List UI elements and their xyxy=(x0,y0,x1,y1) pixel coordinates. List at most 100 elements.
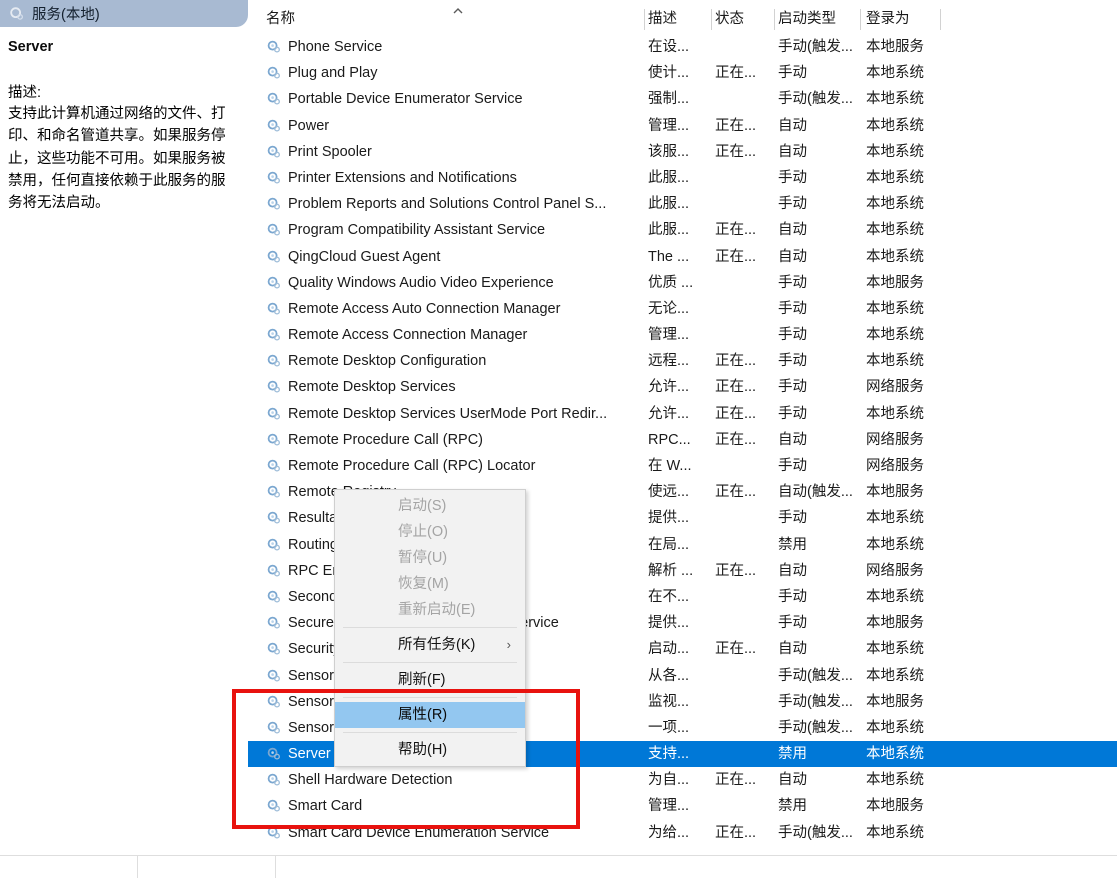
table-row[interactable]: Remote Procedure Call (RPC) Locator在 W..… xyxy=(248,453,1117,479)
column-divider[interactable] xyxy=(711,9,712,30)
cell-service-name[interactable]: Program Compatibility Assistant Service xyxy=(288,217,658,243)
cell-startup-type[interactable]: 自动 xyxy=(778,244,866,270)
table-row[interactable]: Print Spooler该服...正在...自动本地系统 xyxy=(248,139,1117,165)
cell-state[interactable]: 正在... xyxy=(715,820,775,846)
cell-description[interactable]: The ... xyxy=(648,244,708,270)
cell-log-on-as[interactable]: 本地系统 xyxy=(866,217,956,243)
cell-service-name[interactable]: Phone Service xyxy=(288,34,658,60)
column-header-name[interactable]: 名称 xyxy=(266,4,295,34)
cell-state[interactable] xyxy=(715,793,775,819)
cell-startup-type[interactable]: 自动 xyxy=(778,558,866,584)
cell-service-name[interactable]: Plug and Play xyxy=(288,60,658,86)
cell-log-on-as[interactable]: 本地系统 xyxy=(866,741,956,767)
cell-description[interactable]: 为自... xyxy=(648,767,708,793)
context-menu-item[interactable]: 所有任务(K)› xyxy=(335,632,525,658)
context-menu-item[interactable]: 属性(R) xyxy=(335,702,525,728)
cell-service-name[interactable]: Printer Extensions and Notifications xyxy=(288,165,658,191)
cell-state[interactable]: 正在... xyxy=(715,636,775,662)
cell-startup-type[interactable]: 自动 xyxy=(778,636,866,662)
cell-state[interactable] xyxy=(715,296,775,322)
cell-service-name[interactable]: Portable Device Enumerator Service xyxy=(288,86,658,112)
cell-log-on-as[interactable]: 本地系统 xyxy=(866,401,956,427)
column-divider[interactable] xyxy=(644,9,645,30)
cell-startup-type[interactable]: 手动 xyxy=(778,296,866,322)
cell-startup-type[interactable]: 手动(触发... xyxy=(778,689,866,715)
table-row[interactable]: Printer Extensions and Notifications此服..… xyxy=(248,165,1117,191)
cell-startup-type[interactable]: 自动(触发... xyxy=(778,479,866,505)
cell-description[interactable]: 允许... xyxy=(648,401,708,427)
cell-log-on-as[interactable]: 本地系统 xyxy=(866,532,956,558)
table-row[interactable]: Remote Desktop Services UserMode Port Re… xyxy=(248,401,1117,427)
cell-state[interactable] xyxy=(715,584,775,610)
cell-startup-type[interactable]: 手动 xyxy=(778,453,866,479)
cell-startup-type[interactable]: 手动 xyxy=(778,60,866,86)
cell-log-on-as[interactable]: 本地服务 xyxy=(866,270,956,296)
cell-state[interactable]: 正在... xyxy=(715,374,775,400)
table-row[interactable]: Quality Windows Audio Video Experience优质… xyxy=(248,270,1117,296)
cell-description[interactable]: 优质 ... xyxy=(648,270,708,296)
cell-state[interactable] xyxy=(715,322,775,348)
cell-startup-type[interactable]: 手动 xyxy=(778,165,866,191)
cell-service-name[interactable]: Remote Access Auto Connection Manager xyxy=(288,296,658,322)
cell-log-on-as[interactable]: 本地系统 xyxy=(866,244,956,270)
cell-description[interactable]: 一项... xyxy=(648,715,708,741)
cell-startup-type[interactable]: 手动 xyxy=(778,270,866,296)
cell-log-on-as[interactable]: 本地系统 xyxy=(866,86,956,112)
cell-service-name[interactable]: Remote Desktop Services xyxy=(288,374,658,400)
table-row[interactable]: Phone Service在设...手动(触发...本地服务 xyxy=(248,34,1117,60)
table-row[interactable]: Remote Access Connection Manager管理...手动本… xyxy=(248,322,1117,348)
cell-description[interactable]: 支持... xyxy=(648,741,708,767)
cell-log-on-as[interactable]: 本地系统 xyxy=(866,715,956,741)
cell-service-name[interactable]: Smart Card Device Enumeration Service xyxy=(288,820,658,846)
cell-state[interactable] xyxy=(715,663,775,689)
cell-service-name[interactable]: Shell Hardware Detection xyxy=(288,767,658,793)
cell-state[interactable] xyxy=(715,532,775,558)
cell-service-name[interactable]: Problem Reports and Solutions Control Pa… xyxy=(288,191,658,217)
cell-service-name[interactable]: Smart Card xyxy=(288,793,658,819)
cell-description[interactable]: 管理... xyxy=(648,113,708,139)
cell-description[interactable]: 远程... xyxy=(648,348,708,374)
cell-description[interactable]: 解析 ... xyxy=(648,558,708,584)
cell-startup-type[interactable]: 手动(触发... xyxy=(778,820,866,846)
cell-service-name[interactable]: Remote Procedure Call (RPC) Locator xyxy=(288,453,658,479)
cell-state[interactable] xyxy=(715,165,775,191)
cell-startup-type[interactable]: 手动 xyxy=(778,401,866,427)
cell-startup-type[interactable]: 自动 xyxy=(778,217,866,243)
cell-startup-type[interactable]: 手动 xyxy=(778,374,866,400)
cell-service-name[interactable]: Quality Windows Audio Video Experience xyxy=(288,270,658,296)
cell-state[interactable] xyxy=(715,505,775,531)
table-row[interactable]: Power管理...正在...自动本地系统 xyxy=(248,113,1117,139)
cell-state[interactable]: 正在... xyxy=(715,767,775,793)
cell-state[interactable]: 正在... xyxy=(715,139,775,165)
cell-startup-type[interactable]: 自动 xyxy=(778,113,866,139)
cell-description[interactable]: 强制... xyxy=(648,86,708,112)
cell-state[interactable] xyxy=(715,715,775,741)
cell-log-on-as[interactable]: 本地服务 xyxy=(866,479,956,505)
table-row[interactable]: Portable Device Enumerator Service强制...手… xyxy=(248,86,1117,112)
cell-startup-type[interactable]: 手动 xyxy=(778,348,866,374)
cell-state[interactable]: 正在... xyxy=(715,348,775,374)
cell-startup-type[interactable]: 自动 xyxy=(778,767,866,793)
cell-description[interactable]: 此服... xyxy=(648,191,708,217)
service-context-menu[interactable]: 启动(S)停止(O)暂停(U)恢复(M)重新启动(E)所有任务(K)›刷新(F)… xyxy=(334,489,526,767)
cell-log-on-as[interactable]: 本地服务 xyxy=(866,689,956,715)
cell-log-on-as[interactable]: 本地系统 xyxy=(866,139,956,165)
cell-startup-type[interactable]: 自动 xyxy=(778,139,866,165)
column-header-startup-type[interactable]: 启动类型 xyxy=(778,4,836,34)
cell-description[interactable]: 为给... xyxy=(648,820,708,846)
cell-description[interactable]: 监视... xyxy=(648,689,708,715)
cell-description[interactable]: 提供... xyxy=(648,505,708,531)
cell-startup-type[interactable]: 手动(触发... xyxy=(778,715,866,741)
cell-service-name[interactable]: Power xyxy=(288,113,658,139)
cell-state[interactable] xyxy=(715,610,775,636)
cell-description[interactable]: 管理... xyxy=(648,322,708,348)
cell-startup-type[interactable]: 手动 xyxy=(778,322,866,348)
cell-description[interactable]: 此服... xyxy=(648,217,708,243)
column-header-description[interactable]: 描述 xyxy=(648,4,677,34)
cell-state[interactable]: 正在... xyxy=(715,558,775,584)
table-row[interactable]: Shell Hardware Detection为自...正在...自动本地系统 xyxy=(248,767,1117,793)
cell-startup-type[interactable]: 手动 xyxy=(778,191,866,217)
cell-log-on-as[interactable]: 本地系统 xyxy=(866,60,956,86)
column-divider[interactable] xyxy=(940,9,941,30)
cell-startup-type[interactable]: 手动(触发... xyxy=(778,663,866,689)
